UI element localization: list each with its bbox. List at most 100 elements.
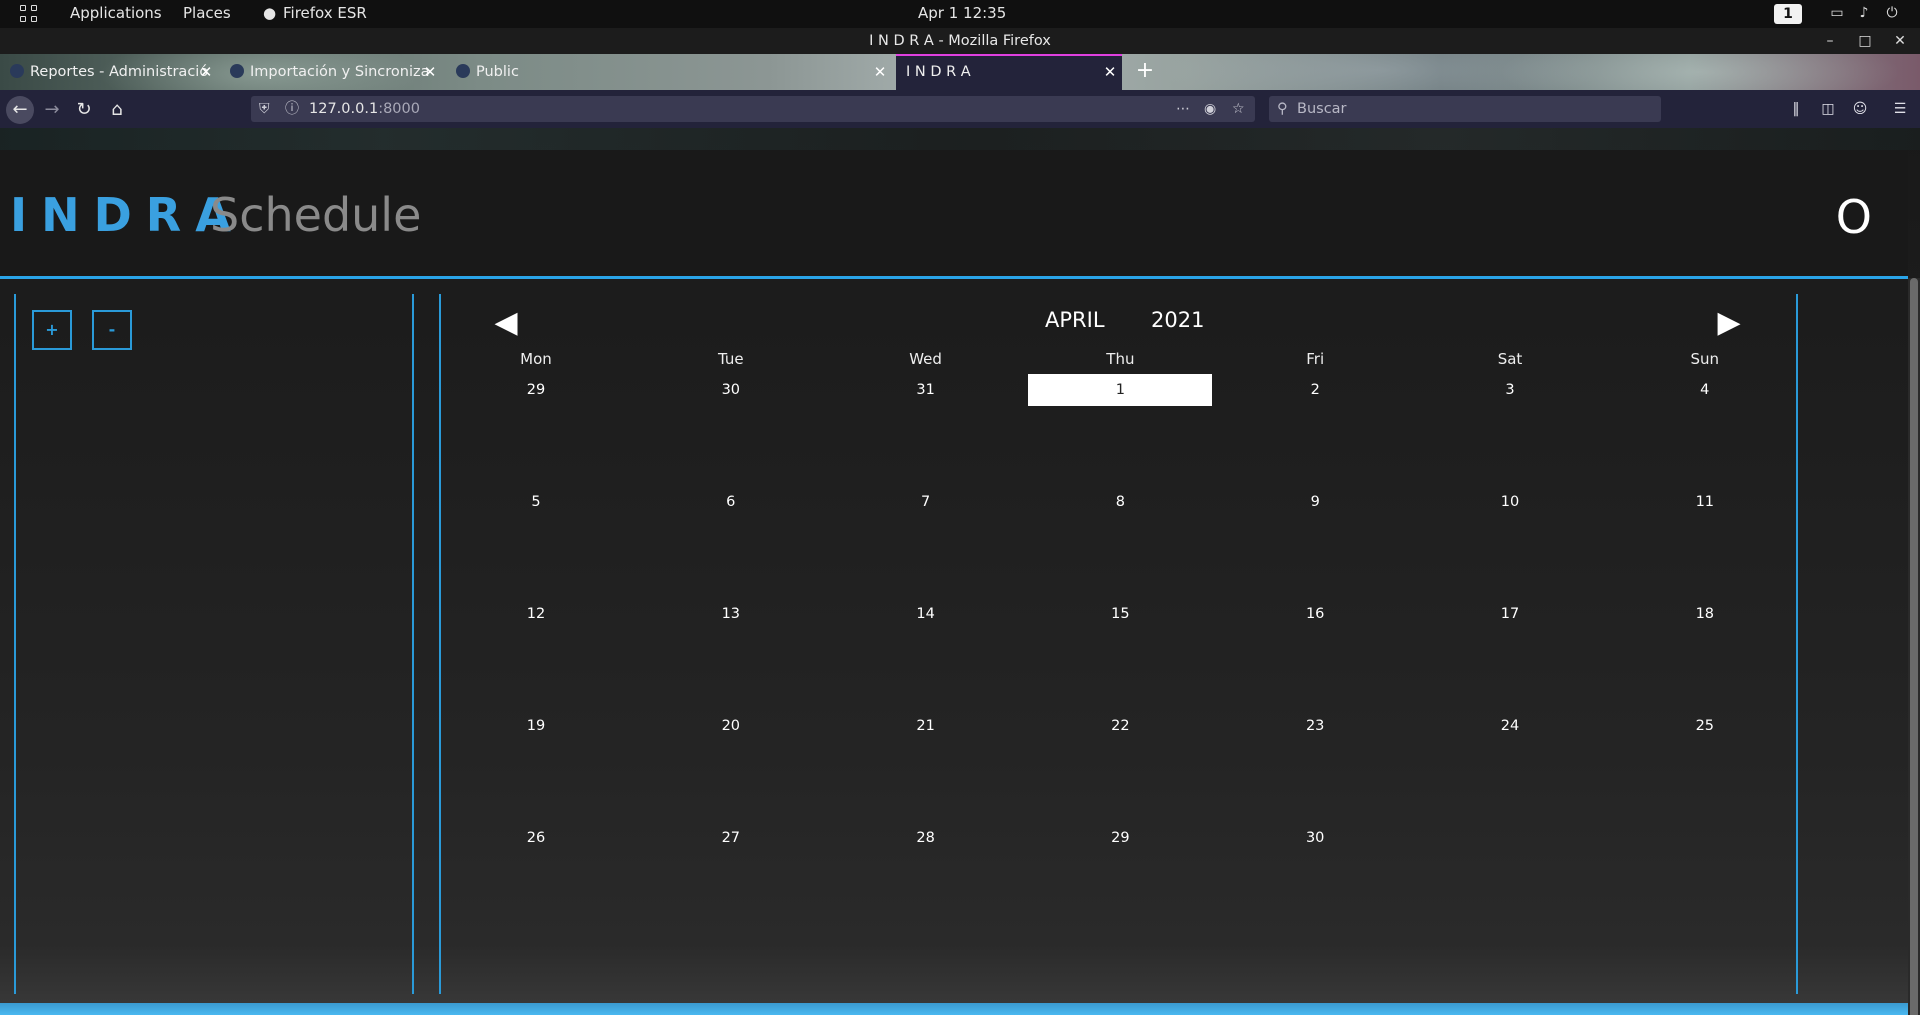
tab-public[interactable]: Public ✕ <box>446 54 892 90</box>
volume-icon[interactable]: ♪ <box>1856 5 1872 21</box>
weekday-header: Sat <box>1497 350 1523 368</box>
site-favicon-icon <box>10 63 24 78</box>
add-button[interactable]: + <box>32 310 72 350</box>
calendar-day[interactable]: 8 <box>1028 486 1212 518</box>
calendar-day[interactable]: 5 <box>444 486 628 518</box>
close-tab-icon[interactable]: ✕ <box>872 54 888 90</box>
calendar-day[interactable]: 17 <box>1418 598 1602 630</box>
home-button[interactable]: ⌂ <box>103 96 131 124</box>
calendar-day[interactable]: 24 <box>1418 710 1602 742</box>
close-window-button[interactable]: ✕ <box>1885 28 1915 54</box>
calendar-day[interactable]: 30 <box>1223 822 1407 854</box>
calendar-day[interactable]: 23 <box>1223 710 1407 742</box>
calendar-day <box>1613 822 1797 854</box>
calendar-day[interactable]: 27 <box>639 822 823 854</box>
calendar-day[interactable]: 22 <box>1028 710 1212 742</box>
tab-importacion[interactable]: Importación y Sincroniza ✕ <box>220 54 442 90</box>
calendar-day[interactable]: 29 <box>1028 822 1212 854</box>
bookmark-star-icon[interactable]: ☆ <box>1232 96 1245 122</box>
new-tab-button[interactable]: + <box>1132 54 1158 90</box>
weekday-header: Thu <box>1106 350 1135 368</box>
calendar-day[interactable]: 15 <box>1028 598 1212 630</box>
calendar-day[interactable]: 30 <box>639 374 823 406</box>
calendar-day-today[interactable]: 1 <box>1028 374 1213 406</box>
power-icon[interactable]: ⏻ <box>1884 5 1900 21</box>
weekday-header: Sun <box>1690 350 1720 368</box>
calendar-day[interactable]: 18 <box>1613 598 1797 630</box>
calendar-day[interactable]: 26 <box>444 822 628 854</box>
maximize-button[interactable]: □ <box>1850 28 1880 54</box>
calendar-day[interactable]: 12 <box>444 598 628 630</box>
close-tab-icon[interactable]: ✕ <box>422 54 438 90</box>
url-text[interactable]: 127.0.0.1:8000 <box>309 96 420 122</box>
calendar-day[interactable]: 31 <box>834 374 1018 406</box>
tab-reportes[interactable]: Reportes - Administració ✕ <box>0 54 218 90</box>
url-bar[interactable]: ⛨ ⓘ 127.0.0.1:8000 ⋯ ◉ ☆ <box>251 96 1255 122</box>
library-icon[interactable]: ‖ <box>1786 99 1806 119</box>
scrollbar-thumb[interactable] <box>1910 278 1918 1015</box>
left-panel: + - <box>14 294 414 994</box>
calendar-day[interactable]: 28 <box>834 822 1018 854</box>
tab-label: Reportes - Administració <box>30 64 209 80</box>
calendar-day[interactable]: 10 <box>1418 486 1602 518</box>
clock[interactable]: Apr 1 12:35 <box>918 4 1006 22</box>
calendar-day[interactable]: 2 <box>1223 374 1407 406</box>
display-icon[interactable]: ▭ <box>1829 5 1845 21</box>
window-title: I N D R A - Mozilla Firefox <box>0 28 1920 54</box>
calendar-day[interactable]: 29 <box>444 374 628 406</box>
previous-month-icon[interactable]: ◀ <box>489 306 523 340</box>
applications-menu[interactable]: Applications <box>70 4 162 22</box>
calendar-day[interactable]: 7 <box>834 486 1018 518</box>
system-top-bar: Applications Places ● Firefox ESR Apr 1 … <box>0 0 1920 28</box>
back-button[interactable]: ← <box>6 96 34 124</box>
reload-button[interactable]: ↻ <box>70 96 98 124</box>
page-actions-icon[interactable]: ⋯ <box>1176 96 1190 122</box>
calendar-day[interactable]: 14 <box>834 598 1018 630</box>
calendar-day[interactable]: 21 <box>834 710 1018 742</box>
search-icon: ⚲ <box>1277 101 1288 117</box>
page-scrollbar[interactable] <box>1908 278 1920 1015</box>
menu-hamburger-icon[interactable]: ☰ <box>1890 99 1910 119</box>
tab-indra[interactable]: I N D R A ✕ <box>896 54 1122 90</box>
tab-label: Importación y Sincroniza <box>250 64 430 80</box>
calendar-day[interactable]: 13 <box>639 598 823 630</box>
sidebar-icon[interactable]: ◫ <box>1818 99 1838 119</box>
firefox-icon: ● <box>263 4 277 22</box>
app-header: INDRA Schedule O <box>0 150 1908 276</box>
account-icon[interactable]: ☺ <box>1850 99 1870 119</box>
calendar-day[interactable]: 25 <box>1613 710 1797 742</box>
close-tab-icon[interactable]: ✕ <box>198 54 214 90</box>
site-favicon-icon <box>456 63 470 78</box>
page-title: Schedule <box>210 188 422 242</box>
calendar-day[interactable]: 11 <box>1613 486 1797 518</box>
search-bar[interactable]: ⚲ <box>1269 96 1661 122</box>
calendar-day[interactable]: 19 <box>444 710 628 742</box>
pocket-icon[interactable]: ◉ <box>1204 96 1216 122</box>
calendar-day[interactable]: 16 <box>1223 598 1407 630</box>
close-tab-icon[interactable]: ✕ <box>1102 56 1118 88</box>
active-app-menu[interactable]: Firefox ESR <box>283 4 367 22</box>
calendar-month: APRIL <box>1045 308 1105 332</box>
calendar-day <box>1418 822 1602 854</box>
calendar-day[interactable]: 4 <box>1613 374 1797 406</box>
calendar-day[interactable]: 9 <box>1223 486 1407 518</box>
remove-button[interactable]: - <box>92 310 132 350</box>
navigation-toolbar: ← → ↻ ⌂ ⛨ ⓘ 127.0.0.1:8000 ⋯ ◉ ☆ ⚲ ‖ ◫ ☺… <box>0 90 1920 128</box>
forward-button[interactable]: → <box>38 96 66 124</box>
workspace-indicator[interactable]: 1 <box>1774 4 1802 24</box>
app-grid-icon[interactable] <box>20 5 38 23</box>
minimize-button[interactable]: – <box>1815 28 1845 54</box>
places-menu[interactable]: Places <box>183 4 231 22</box>
tab-label: I N D R A <box>906 64 971 80</box>
calendar-day[interactable]: 6 <box>639 486 823 518</box>
search-input[interactable] <box>1297 96 1647 122</box>
next-month-icon[interactable]: ▶ <box>1712 306 1746 340</box>
url-port: :8000 <box>378 101 420 117</box>
calendar-day[interactable]: 20 <box>639 710 823 742</box>
info-icon[interactable]: ⓘ <box>285 96 299 122</box>
header-circle-button[interactable]: O <box>1836 190 1872 244</box>
shield-icon[interactable]: ⛨ <box>259 96 270 122</box>
calendar-day[interactable]: 3 <box>1418 374 1602 406</box>
bottom-accent-bar <box>0 1003 1908 1015</box>
calendar: ◀ APRIL 2021 ▶ Mon Tue Wed Thu Fri Sat Sun 29 30… <box>439 294 1798 994</box>
